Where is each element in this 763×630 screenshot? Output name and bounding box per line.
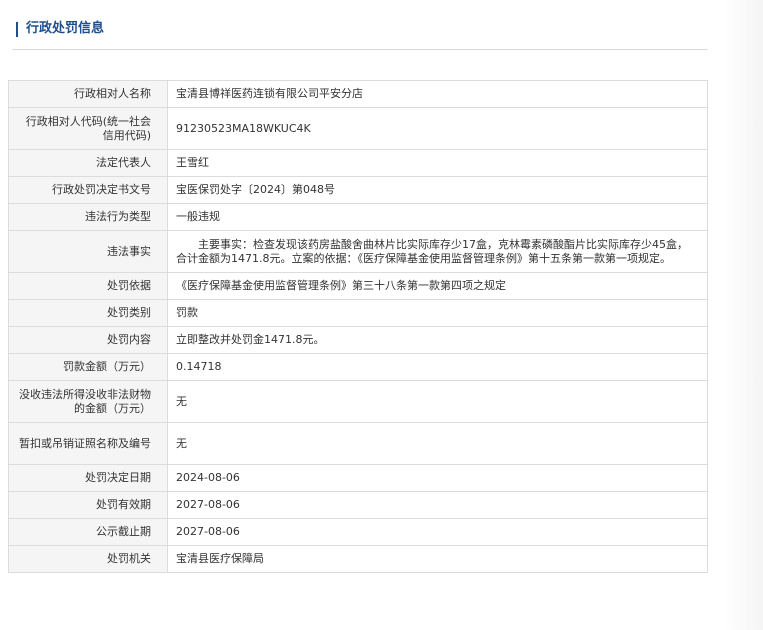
row-label-fine-amount: 罚款金额（万元） <box>8 353 168 381</box>
row-value-violation-type: 一般违规 <box>167 203 708 231</box>
table-row: 违法行为类型 一般违规 <box>8 203 708 231</box>
table-row: 行政相对人名称 宝清县博祥医药连锁有限公司平安分店 <box>8 80 708 108</box>
table-row: 处罚内容 立即整改并处罚金1471.8元。 <box>8 326 708 354</box>
row-value-penalty-content: 立即整改并处罚金1471.8元。 <box>167 326 708 354</box>
row-label-legal-representative: 法定代表人 <box>8 149 168 177</box>
row-label-violation-type: 违法行为类型 <box>8 203 168 231</box>
page-edge-shadow <box>723 0 763 630</box>
row-label-subject-name: 行政相对人名称 <box>8 80 168 108</box>
row-value-fine-amount: 0.14718 <box>167 353 708 381</box>
page: 行政处罚信息 行政相对人名称 宝清县博祥医药连锁有限公司平安分店 行政相对人代码… <box>0 0 763 630</box>
row-label-validity-period: 处罚有效期 <box>8 491 168 519</box>
row-value-publicity-deadline: 2027-08-06 <box>167 518 708 546</box>
table-row: 处罚类别 罚款 <box>8 299 708 327</box>
row-value-penalty-category: 罚款 <box>167 299 708 327</box>
row-value-decision-date: 2024-08-06 <box>167 464 708 492</box>
table-row: 处罚决定日期 2024-08-06 <box>8 464 708 492</box>
row-label-decision-number: 行政处罚决定书文号 <box>8 176 168 204</box>
table-row: 违法事实 主要事实：检查发现该药房盐酸舍曲林片比实际库存少17盒，克林霉素磷酸酯… <box>8 230 708 273</box>
row-value-validity-period: 2027-08-06 <box>167 491 708 519</box>
row-label-penalty-content: 处罚内容 <box>8 326 168 354</box>
row-value-decision-number: 宝医保罚处字〔2024〕第048号 <box>167 176 708 204</box>
row-value-legal-representative: 王雪红 <box>167 149 708 177</box>
section-title-bar <box>16 22 18 37</box>
row-label-penalty-basis: 处罚依据 <box>8 272 168 300</box>
row-label-violation-facts: 违法事实 <box>8 230 168 273</box>
row-label-credit-code: 行政相对人代码(统一社会信用代码) <box>8 107 168 150</box>
section-header: 行政处罚信息 <box>12 18 708 50</box>
row-value-license-suspension: 无 <box>167 422 708 465</box>
row-value-violation-facts: 主要事实：检查发现该药房盐酸舍曲林片比实际库存少17盒，克林霉素磷酸酯片比实际库… <box>167 230 708 273</box>
row-label-license-suspension: 暂扣或吊销证照名称及编号 <box>8 422 168 465</box>
table-row: 行政处罚决定书文号 宝医保罚处字〔2024〕第048号 <box>8 176 708 204</box>
row-value-confiscation-amount: 无 <box>167 380 708 423</box>
row-label-publicity-deadline: 公示截止期 <box>8 518 168 546</box>
row-label-confiscation-amount: 没收违法所得没收非法财物的金额（万元） <box>8 380 168 423</box>
row-value-penalty-basis: 《医疗保障基金使用监督管理条例》第三十八条第一款第四项之规定 <box>167 272 708 300</box>
row-value-credit-code: 91230523MA18WKUC4K <box>167 107 708 150</box>
table-row: 公示截止期 2027-08-06 <box>8 518 708 546</box>
table-row: 处罚机关 宝清县医疗保障局 <box>8 545 708 573</box>
table-row: 罚款金额（万元） 0.14718 <box>8 353 708 381</box>
table-row: 行政相对人代码(统一社会信用代码) 91230523MA18WKUC4K <box>8 107 708 150</box>
row-label-penalty-category: 处罚类别 <box>8 299 168 327</box>
penalty-info-table: 行政相对人名称 宝清县博祥医药连锁有限公司平安分店 行政相对人代码(统一社会信用… <box>8 80 708 573</box>
table-row: 暂扣或吊销证照名称及编号 无 <box>8 422 708 465</box>
row-value-subject-name: 宝清县博祥医药连锁有限公司平安分店 <box>167 80 708 108</box>
section-title: 行政处罚信息 <box>26 21 105 36</box>
row-label-penalty-authority: 处罚机关 <box>8 545 168 573</box>
row-value-penalty-authority: 宝清县医疗保障局 <box>167 545 708 573</box>
table-row: 法定代表人 王雪红 <box>8 149 708 177</box>
table-row: 没收违法所得没收非法财物的金额（万元） 无 <box>8 380 708 423</box>
table-row: 处罚有效期 2027-08-06 <box>8 491 708 519</box>
row-label-decision-date: 处罚决定日期 <box>8 464 168 492</box>
table-row: 处罚依据 《医疗保障基金使用监督管理条例》第三十八条第一款第四项之规定 <box>8 272 708 300</box>
